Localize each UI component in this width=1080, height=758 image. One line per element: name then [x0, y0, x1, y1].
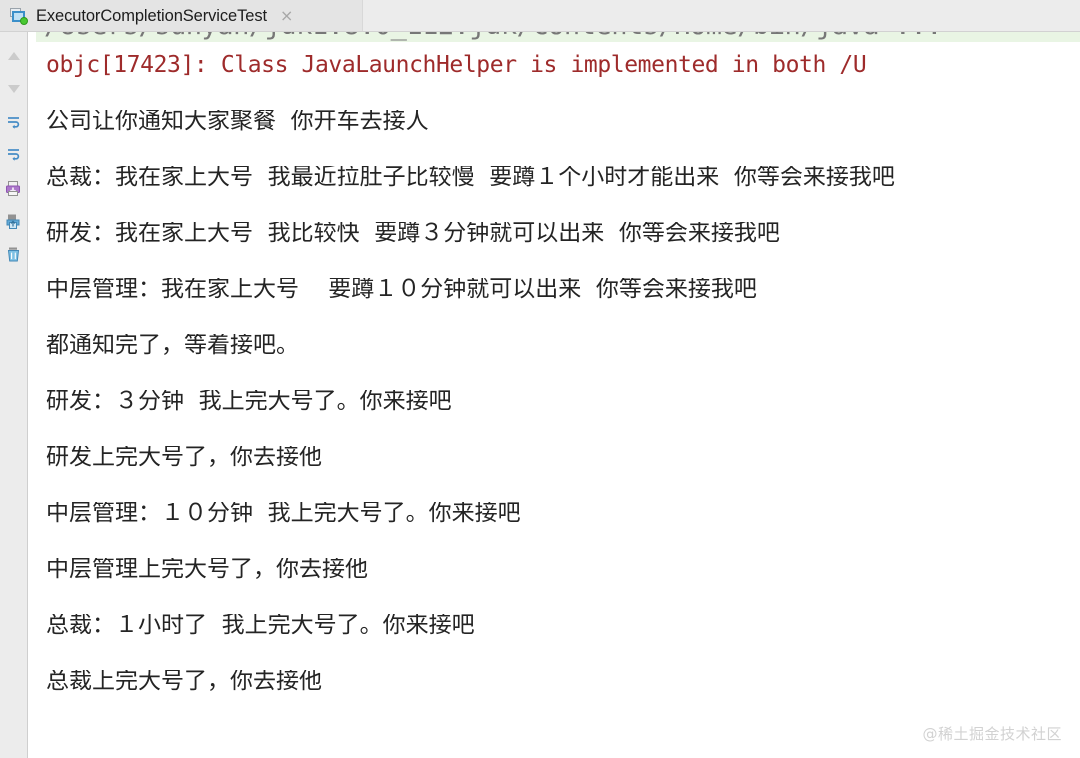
console-work-area: /Users/sunyan/jdk1.8.0_112.jdk/Contents/…: [0, 32, 1080, 758]
console-output-line: 都通知完了，等着接吧。: [46, 334, 299, 357]
soft-wrap-icon: [7, 117, 19, 129]
scroll-to-end-icon: [7, 149, 19, 161]
scroll-down-button[interactable]: [4, 79, 24, 99]
console-output-pane[interactable]: /Users/sunyan/jdk1.8.0_112.jdk/Contents/…: [28, 32, 1080, 758]
console-output-line: 中层管理：１０分钟 我上完大号了。你来接吧: [46, 502, 521, 525]
console-scroll-content: /Users/sunyan/jdk1.8.0_112.jdk/Contents/…: [28, 32, 1080, 758]
console-output-line: 研发上完大号了，你去接他: [46, 446, 322, 469]
soft-wrap-button[interactable]: [4, 112, 24, 132]
trash-icon: [7, 247, 20, 261]
tab-label: ExecutorCompletionServiceTest: [36, 6, 267, 25]
console-side-toolbar: [0, 32, 28, 758]
scroll-up-button[interactable]: [4, 46, 24, 66]
console-output-line: 研发：我在家上大号 我比较快 要蹲３分钟就可以出来 你等会来接我吧: [46, 222, 780, 245]
export-icon: [6, 214, 20, 229]
console-output-line: 总裁上完大号了，你去接他: [46, 670, 322, 693]
tab-executorcompletionservicetest[interactable]: ExecutorCompletionServiceTest ×: [0, 0, 363, 32]
running-status-dot: [20, 17, 28, 25]
run-configuration-icon: [10, 8, 28, 25]
clear-all-button[interactable]: [4, 244, 24, 264]
ide-run-window: ExecutorCompletionServiceTest × objc[174…: [0, 0, 1080, 758]
console-output-line: 研发：３分钟 我上完大号了。你来接吧: [46, 390, 452, 413]
console-output-line: 总裁：１小时了 我上完大号了。你来接吧: [46, 614, 475, 637]
console-output-line: 公司让你通知大家聚餐 你开车去接人: [46, 110, 429, 133]
console-output-line: 中层管理：我在家上大号 要蹲１０分钟就可以出来 你等会来接我吧: [46, 278, 757, 301]
console-output-line: 总裁：我在家上大号 我最近拉肚子比较慢 要蹲１个小时才能出来 你等会来接我吧: [46, 166, 895, 189]
scroll-to-end-button[interactable]: [4, 145, 24, 165]
down-arrow-icon: [7, 85, 20, 93]
up-arrow-icon: [7, 52, 20, 60]
console-output-line: 中层管理上完大号了，你去接他: [46, 558, 368, 581]
close-icon[interactable]: ×: [280, 8, 293, 24]
print-button[interactable]: [4, 178, 24, 198]
console-warning-line: objc[17423]: Class JavaLaunchHelper is i…: [46, 52, 867, 77]
run-tab-strip: ExecutorCompletionServiceTest ×: [0, 0, 1080, 32]
print-icon: [6, 180, 20, 196]
console-command-line: /Users/sunyan/jdk1.8.0_112.jdk/Contents/…: [36, 32, 1080, 42]
export-button[interactable]: [4, 211, 24, 231]
